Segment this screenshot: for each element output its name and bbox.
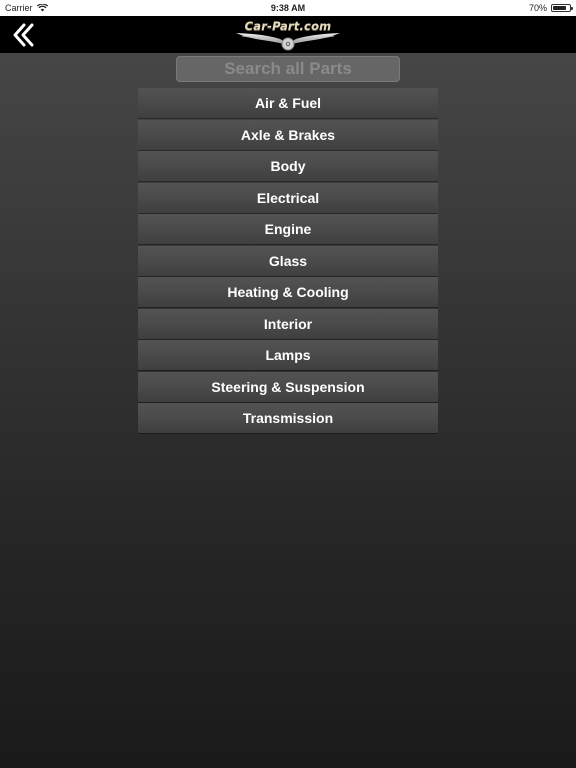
battery-icon [551,4,573,12]
status-bar: Carrier 9:38 AM 70% [0,0,576,16]
category-item-glass[interactable]: Glass [138,245,438,276]
category-item-transmission[interactable]: Transmission [138,403,438,433]
category-item-heating-cooling[interactable]: Heating & Cooling [138,277,438,307]
category-item-steering-suspension[interactable]: Steering & Suspension [138,371,438,402]
back-button[interactable] [10,21,38,49]
status-time: 9:38 AM [270,3,306,13]
double-chevron-left-icon [13,23,34,47]
category-item-body[interactable]: Body [138,151,438,181]
category-item-axle-brakes[interactable]: Axle & Brakes [138,119,438,150]
category-item-electrical[interactable]: Electrical [138,182,438,213]
battery-percent: 70% [528,3,547,13]
category-item-engine[interactable]: Engine [138,214,438,244]
car-part-logo: Car-Part.com [234,19,342,51]
battery-fill [553,6,566,10]
category-item-interior[interactable]: Interior [138,308,438,339]
status-right: 70% [371,3,573,13]
carrier-label: Carrier [5,3,33,13]
category-item-lamps[interactable]: Lamps [138,340,438,370]
category-item-air-fuel[interactable]: Air & Fuel [138,88,438,118]
category-list: Air & Fuel Axle & Brakes Body Electrical… [138,88,438,435]
winged-wheel-logo-icon [236,33,340,51]
nav-bar: Car-Part.com [0,16,576,53]
status-left: Carrier [5,3,205,13]
wifi-icon [36,4,48,12]
search-input[interactable] [176,56,400,82]
